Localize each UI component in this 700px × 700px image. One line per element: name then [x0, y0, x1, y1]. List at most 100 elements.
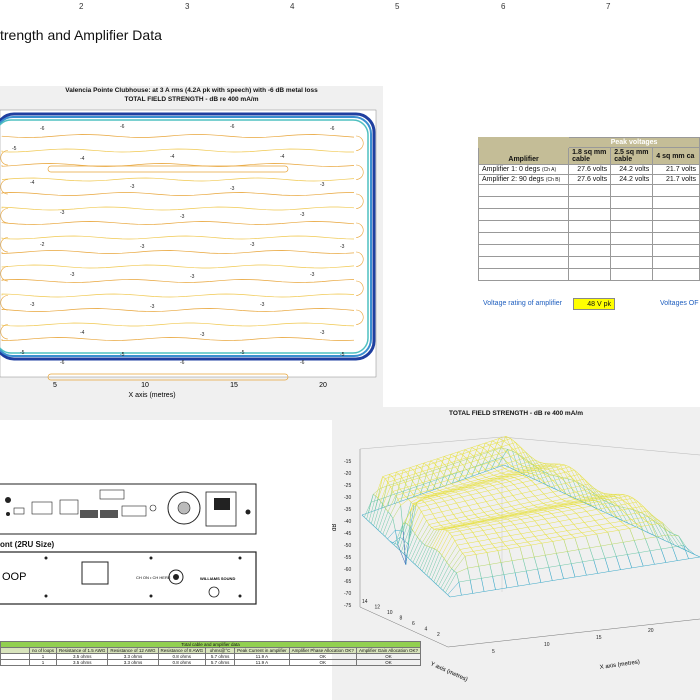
mesh-line [577, 505, 583, 509]
mesh-line [404, 479, 413, 483]
mesh-line [412, 511, 422, 531]
mesh-line [488, 483, 493, 486]
mesh-line [561, 511, 566, 516]
mesh-line [414, 482, 423, 486]
mesh-line [450, 453, 456, 457]
mesh-line [415, 504, 419, 508]
mesh-line [531, 515, 542, 518]
mesh-line [458, 481, 463, 485]
mesh-line [515, 509, 520, 512]
cell: 5.7 ohms [205, 659, 236, 666]
mesh-line [517, 526, 528, 530]
mesh-line [390, 484, 398, 487]
mesh-line [478, 564, 490, 567]
mesh-line [508, 442, 516, 445]
mesh-line [438, 520, 448, 523]
mesh-line [506, 530, 511, 536]
mesh-line [465, 498, 474, 502]
mesh-line [532, 462, 541, 465]
mesh-line [464, 556, 468, 569]
mesh-line [375, 504, 384, 528]
contour-label: -3 [150, 304, 155, 310]
mesh-line [566, 528, 578, 531]
voltage-rating-value[interactable]: 48 V pk [573, 298, 615, 310]
peak-voltage-table: Peak voltages Amplifier 1.8 sq mm cable … [477, 137, 700, 281]
mesh-line [504, 486, 510, 492]
mesh-line [417, 536, 421, 541]
mesh-line [428, 577, 432, 580]
mesh-line [364, 516, 367, 520]
mesh-line [552, 527, 557, 533]
mesh-line [445, 592, 448, 596]
mesh-line [467, 565, 479, 569]
mesh-line [483, 510, 494, 513]
mesh-line [489, 472, 494, 476]
ruler-tick: 7 [606, 2, 611, 11]
contour-label: -5 [340, 352, 345, 358]
mesh-line [449, 530, 460, 534]
mesh-line [421, 527, 432, 543]
mesh-line [552, 525, 564, 529]
v18-cell: 27.6 volts [568, 164, 612, 175]
v25-cell: 24.2 volts [610, 164, 654, 175]
mesh-line [529, 582, 541, 585]
amplifier-rear-panel [0, 483, 257, 535]
mesh-line [436, 550, 440, 553]
mesh-line [548, 523, 553, 529]
mesh-line [580, 515, 591, 518]
mesh-line [492, 485, 497, 489]
mesh-line [523, 556, 535, 560]
mesh-line [638, 550, 650, 553]
empty-row [477, 220, 700, 233]
mesh-line [485, 482, 490, 485]
mesh-line [499, 535, 511, 538]
mesh-line [417, 566, 421, 570]
mesh-line [609, 521, 621, 524]
mesh-line [454, 538, 466, 541]
mesh-line [387, 511, 391, 515]
mesh-line [478, 539, 490, 542]
mesh-line [489, 564, 493, 577]
mesh-line [575, 497, 585, 500]
terminal-strip [100, 510, 118, 518]
mesh-line [534, 520, 539, 526]
mesh-line [560, 466, 570, 470]
mesh-line [371, 498, 379, 524]
mesh-line [493, 526, 504, 529]
header-cell: no of loops [28, 647, 58, 654]
mesh-line [496, 511, 506, 514]
mesh-line [557, 495, 562, 500]
mesh-line [373, 493, 376, 497]
mesh-line [452, 534, 463, 537]
mesh-line [559, 521, 564, 527]
empty-row [477, 184, 700, 197]
mesh-line [415, 564, 418, 568]
y-ticks: 14 12 10 8 6 4 2 [362, 599, 440, 638]
mesh-line [458, 579, 471, 583]
mesh-line [512, 466, 517, 470]
mesh-line [527, 525, 539, 528]
x-tick-label: 5 [492, 649, 495, 655]
mesh-line [382, 534, 386, 537]
mesh-line [512, 495, 518, 501]
mesh-line [447, 502, 457, 506]
mesh-line [418, 505, 428, 508]
mesh-line [576, 511, 587, 514]
ruler-tick: 3 [185, 2, 190, 11]
mesh-line [530, 456, 536, 461]
mesh-line [459, 530, 463, 535]
mesh-line [582, 507, 587, 512]
amp-cell: Amplifier 1: 0 degs (Ch A) [477, 164, 570, 175]
mesh-line [509, 470, 514, 473]
mesh-line [524, 505, 534, 508]
mesh-line [422, 542, 425, 546]
mesh-line [486, 552, 491, 565]
mesh-line [501, 444, 509, 448]
contour-label: -5 [12, 146, 17, 152]
ruler-tick: 6 [501, 2, 506, 11]
mesh-line [505, 479, 510, 482]
mesh-line [592, 503, 603, 507]
mesh-line [439, 552, 443, 556]
mesh-line [409, 473, 417, 476]
y-tick-label: 6 [412, 621, 415, 627]
